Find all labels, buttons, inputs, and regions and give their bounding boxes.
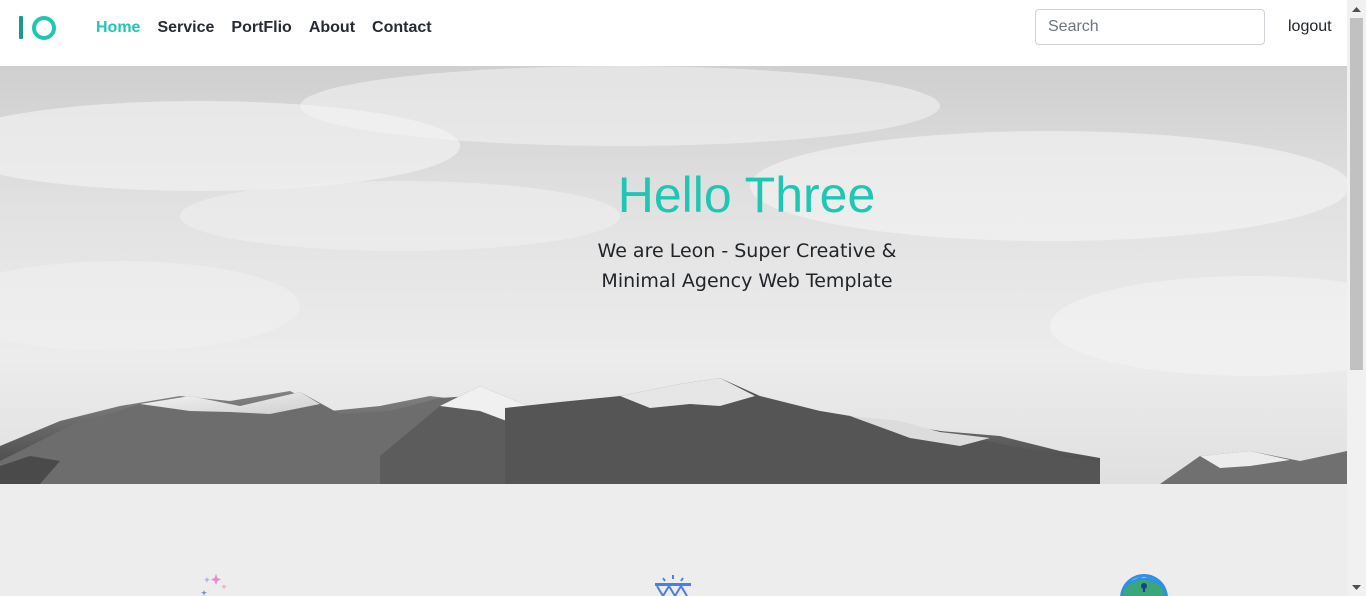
nav-home[interactable]: Home — [96, 19, 140, 37]
logout-link[interactable]: logout — [1288, 18, 1332, 36]
scroll-up-button[interactable] — [1347, 0, 1366, 17]
logo[interactable] — [19, 16, 57, 40]
arrow-down-icon — [1352, 584, 1361, 590]
search-input[interactable] — [1035, 9, 1265, 45]
vertical-scrollbar[interactable] — [1347, 0, 1366, 596]
hero-subtitle: We are Leon - Super Creative & Minimal A… — [573, 236, 921, 296]
scroll-down-button[interactable] — [1347, 579, 1366, 596]
hero-title: Hello Three — [617, 167, 876, 223]
nav-service[interactable]: Service — [157, 19, 214, 37]
nav-contact[interactable]: Contact — [372, 19, 432, 37]
hero-subtitle-line2: Minimal Agency Web Template — [601, 270, 893, 292]
hero-subtitle-line1: We are Leon - Super Creative & — [597, 240, 897, 262]
main-nav: Home Service PortFlio About Contact — [96, 0, 449, 56]
nav-about[interactable]: About — [309, 19, 355, 37]
globe-icon — [1120, 574, 1168, 596]
hero-section: Hello Three We are Leon - Super Creative… — [0, 66, 1347, 484]
logo-bar — [19, 16, 23, 39]
page: Home Service PortFlio About Contact logo… — [0, 0, 1366, 596]
nav-portfolio[interactable]: PortFlio — [231, 19, 291, 37]
header: Home Service PortFlio About Contact logo… — [0, 0, 1347, 66]
scroll-thumb[interactable] — [1350, 18, 1363, 370]
arrow-up-icon — [1352, 6, 1361, 12]
features-section — [0, 484, 1347, 596]
sparkles-icon — [201, 574, 227, 596]
bridge-icon — [655, 575, 691, 596]
logo-ring — [32, 16, 56, 40]
